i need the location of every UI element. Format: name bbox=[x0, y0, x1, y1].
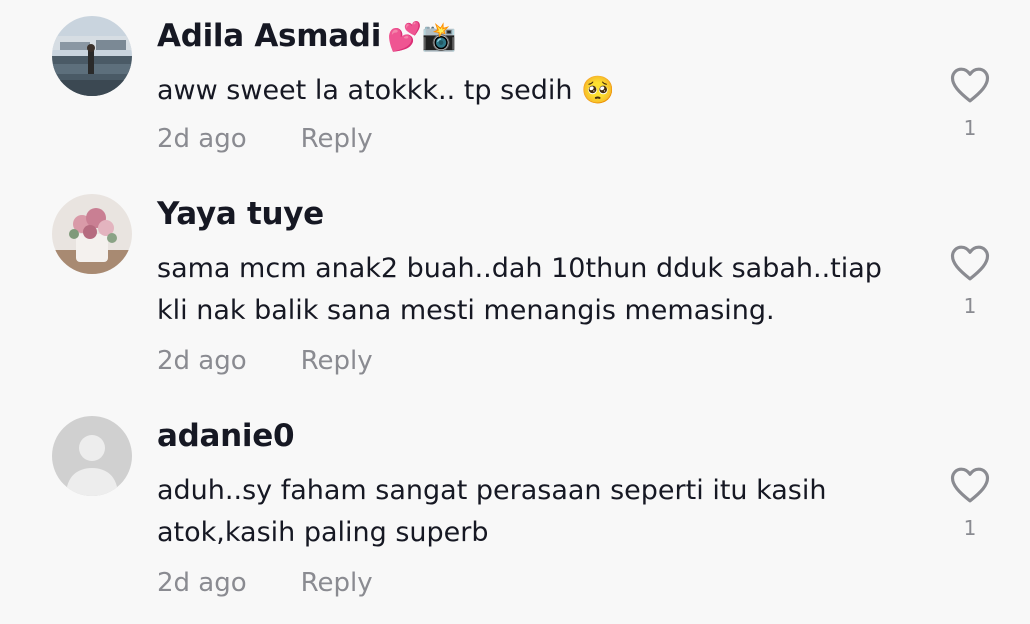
username[interactable]: Adila Asmadi 💕📸 bbox=[157, 18, 456, 54]
comment-text: aduh..sy faham sangat perasaan seperti i… bbox=[157, 470, 917, 554]
reply-button[interactable]: Reply bbox=[301, 568, 373, 598]
username-text: Yaya tuye bbox=[157, 196, 324, 232]
comment-text: sama mcm anak2 buah..dah 10thun dduk sab… bbox=[157, 248, 917, 332]
username[interactable]: Yaya tuye bbox=[157, 196, 324, 232]
like-button[interactable]: 1 bbox=[948, 244, 992, 318]
comment-meta: 2d ago Reply bbox=[157, 346, 373, 376]
timestamp: 2d ago bbox=[157, 346, 247, 376]
avatar[interactable] bbox=[52, 416, 132, 496]
comment-line: aww sweet la atokkk.. tp sedih 🥺 bbox=[157, 75, 615, 106]
heart-icon bbox=[950, 467, 990, 503]
like-count: 1 bbox=[963, 116, 977, 140]
heart-icon bbox=[950, 67, 990, 103]
reply-button[interactable]: Reply bbox=[301, 124, 373, 154]
comment-line: kli nak balik sana mesti menangis memasi… bbox=[157, 295, 775, 326]
comment-line: atok,kasih paling superb bbox=[157, 517, 489, 548]
timestamp: 2d ago bbox=[157, 568, 247, 598]
comment-meta: 2d ago Reply bbox=[157, 124, 373, 154]
like-button[interactable]: 1 bbox=[948, 466, 992, 540]
comment-text: aww sweet la atokkk.. tp sedih 🥺 bbox=[157, 70, 917, 112]
avatar[interactable] bbox=[52, 194, 132, 274]
username[interactable]: adanie0 bbox=[157, 418, 295, 454]
username-text: adanie0 bbox=[157, 418, 295, 454]
like-count: 1 bbox=[963, 516, 977, 540]
avatar[interactable] bbox=[52, 16, 132, 96]
heart-icon bbox=[950, 245, 990, 281]
comment-meta: 2d ago Reply bbox=[157, 568, 373, 598]
username-emoji: 💕📸 bbox=[387, 20, 457, 53]
avatar-photo-harbor bbox=[52, 16, 132, 96]
comment-line: aduh..sy faham sangat perasaan seperti i… bbox=[157, 475, 827, 506]
timestamp: 2d ago bbox=[157, 124, 247, 154]
like-count: 1 bbox=[963, 294, 977, 318]
comment-line: sama mcm anak2 buah..dah 10thun dduk sab… bbox=[157, 253, 882, 284]
username-text: Adila Asmadi bbox=[157, 18, 382, 54]
like-button[interactable]: 1 bbox=[948, 66, 992, 140]
avatar-photo-flowers bbox=[52, 194, 132, 274]
default-avatar-icon bbox=[52, 416, 132, 496]
reply-button[interactable]: Reply bbox=[301, 346, 373, 376]
